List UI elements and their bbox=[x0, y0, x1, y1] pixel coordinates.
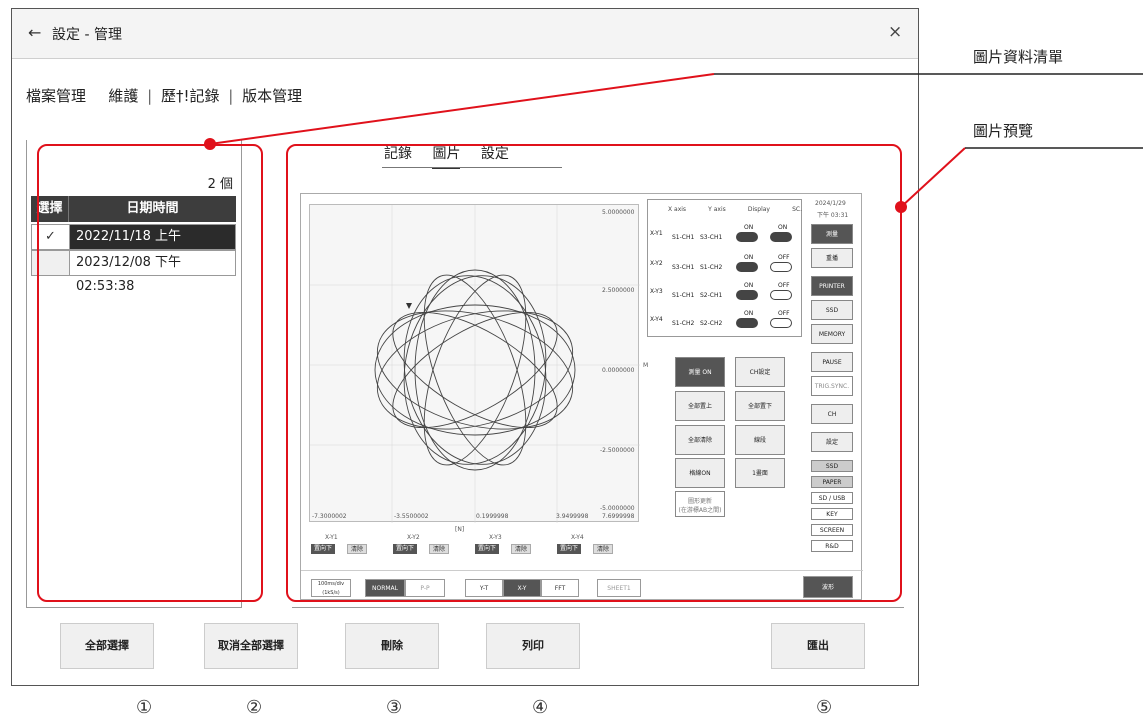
callout-number-3: ③ bbox=[386, 697, 403, 718]
callout-line-list bbox=[209, 73, 715, 145]
select-all-button[interactable]: 全部選擇 bbox=[60, 623, 154, 669]
export-button[interactable]: 匯出 bbox=[771, 623, 865, 669]
callout-dot-list bbox=[204, 138, 216, 150]
annotation-image-list: 圖片資料清單 bbox=[973, 48, 1064, 66]
callout-dot-preview bbox=[895, 201, 907, 213]
callout-number-4: ④ bbox=[532, 697, 549, 718]
delete-button[interactable]: 刪除 bbox=[345, 623, 439, 669]
annotation-image-preview: 圖片預覽 bbox=[973, 122, 1034, 140]
deselect-all-button[interactable]: 取消全部選擇 bbox=[204, 623, 298, 669]
callout-line-preview bbox=[900, 147, 966, 208]
callout-number-2: ② bbox=[246, 697, 263, 718]
callout-number-5: ⑤ bbox=[816, 697, 833, 718]
callout-number-1: ① bbox=[136, 697, 153, 718]
print-button[interactable]: 列印 bbox=[486, 623, 580, 669]
callout-lines bbox=[204, 73, 1143, 213]
